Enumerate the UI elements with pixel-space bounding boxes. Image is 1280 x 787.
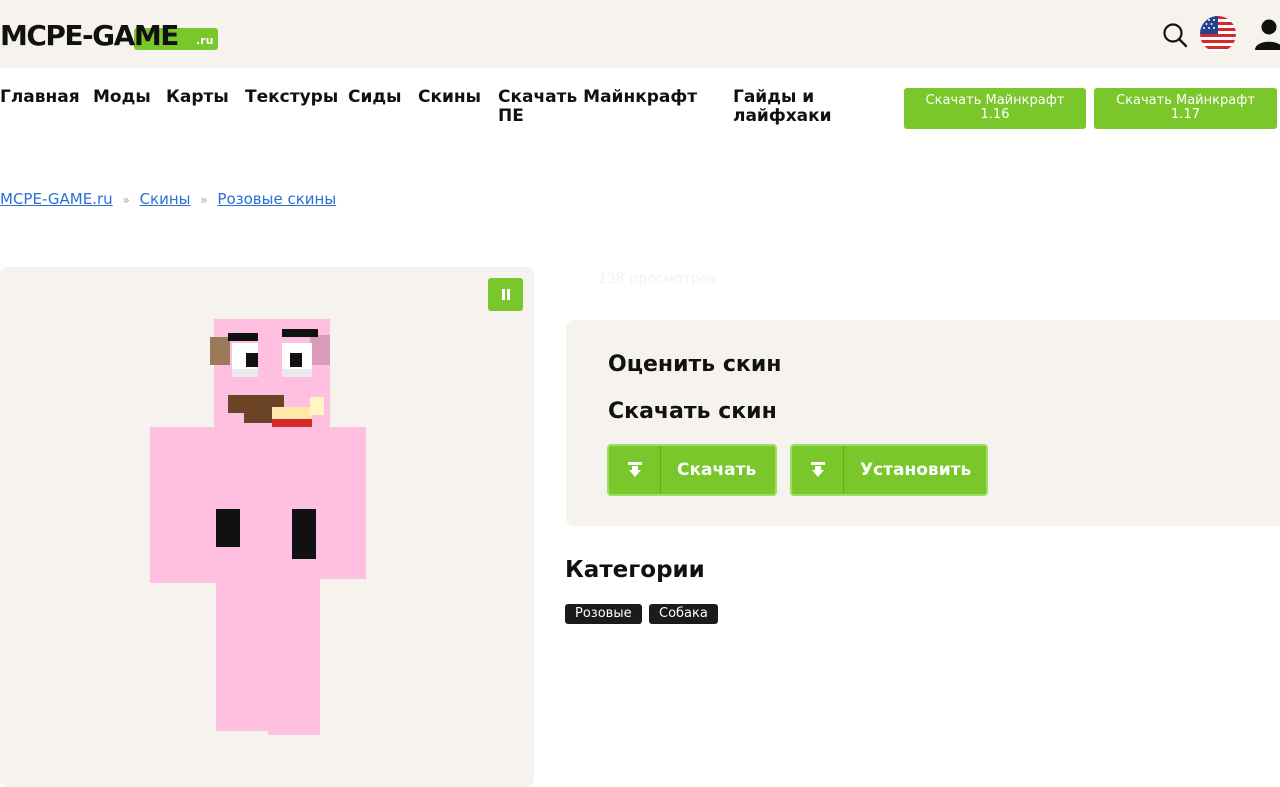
categories-title: Категории	[565, 557, 705, 583]
category-tag-dog[interactable]: Собака	[649, 604, 718, 624]
nav-item-seeds[interactable]: Сиды	[348, 88, 402, 107]
nav-item-guides-line2: лайфхаки	[733, 106, 832, 126]
nav-item-skins[interactable]: Скины	[418, 88, 481, 107]
breadcrumb: MCPE-GAME.ru » Скины » Розовые скины	[0, 190, 336, 208]
download-skin-title: Скачать скин	[608, 399, 777, 424]
breadcrumb-separator: »	[200, 193, 208, 207]
download-116-line2: 1.16	[980, 107, 1010, 122]
logo-suffix: .ru	[196, 34, 214, 47]
nav-item-textures[interactable]: Текстуры	[245, 88, 338, 107]
site-logo[interactable]: MCPE-GAME .ru	[0, 18, 218, 52]
view-count: 138 просмотров	[598, 271, 717, 287]
logo-text: MCPE-GAME	[0, 19, 179, 52]
user-icon[interactable]	[1254, 18, 1280, 50]
nav-item-mods[interactable]: Моды	[93, 88, 151, 107]
skin-model-image	[150, 319, 366, 735]
breadcrumb-separator: »	[122, 193, 130, 207]
nav-item-download-pe-line1: Скачать Майнкрафт	[498, 87, 698, 107]
us-flag-icon[interactable]	[1200, 16, 1236, 52]
nav-item-guides-line1: Гайды и	[733, 87, 815, 107]
download-button-label: Скачать	[677, 460, 757, 480]
nav-item-download-pe[interactable]: Скачать Майнкрафт ПЕ	[498, 88, 697, 126]
skin-actions-panel: Оценить скин Скачать скин Скачать Устано…	[566, 320, 1280, 526]
breadcrumb-pink-skins-link[interactable]: Розовые скины	[217, 190, 336, 208]
install-button[interactable]: Установить	[790, 444, 988, 496]
install-button-label: Установить	[860, 460, 972, 480]
category-tag-pink[interactable]: Розовые	[565, 604, 642, 624]
breadcrumb-home-link[interactable]: MCPE-GAME.ru	[0, 190, 113, 208]
pause-animation-button[interactable]	[488, 278, 523, 311]
install-arrow-icon	[792, 446, 844, 494]
top-header: MCPE-GAME .ru	[0, 0, 1280, 68]
breadcrumb-skins-link[interactable]: Скины	[140, 190, 191, 208]
nav-item-maps[interactable]: Карты	[166, 88, 229, 107]
skin-preview[interactable]	[0, 267, 534, 787]
nav-item-guides[interactable]: Гайды и лайфхаки	[733, 88, 832, 126]
nav-item-home[interactable]: Главная	[0, 88, 80, 107]
download-117-line2: 1.17	[1171, 107, 1200, 122]
download-button[interactable]: Скачать	[607, 444, 777, 496]
nav-item-download-pe-line2: ПЕ	[498, 106, 524, 126]
search-icon[interactable]	[1162, 22, 1188, 48]
download-117-line1: Скачать Майнкрафт	[1116, 93, 1255, 108]
download-arrow-icon	[609, 446, 661, 494]
download-minecraft-116-button[interactable]: Скачать Майнкрафт 1.16	[904, 88, 1086, 129]
download-116-line1: Скачать Майнкрафт	[925, 93, 1065, 108]
download-minecraft-117-button[interactable]: Скачать Майнкрафт 1.17	[1094, 88, 1277, 129]
rate-skin-title: Оценить скин	[608, 352, 782, 377]
